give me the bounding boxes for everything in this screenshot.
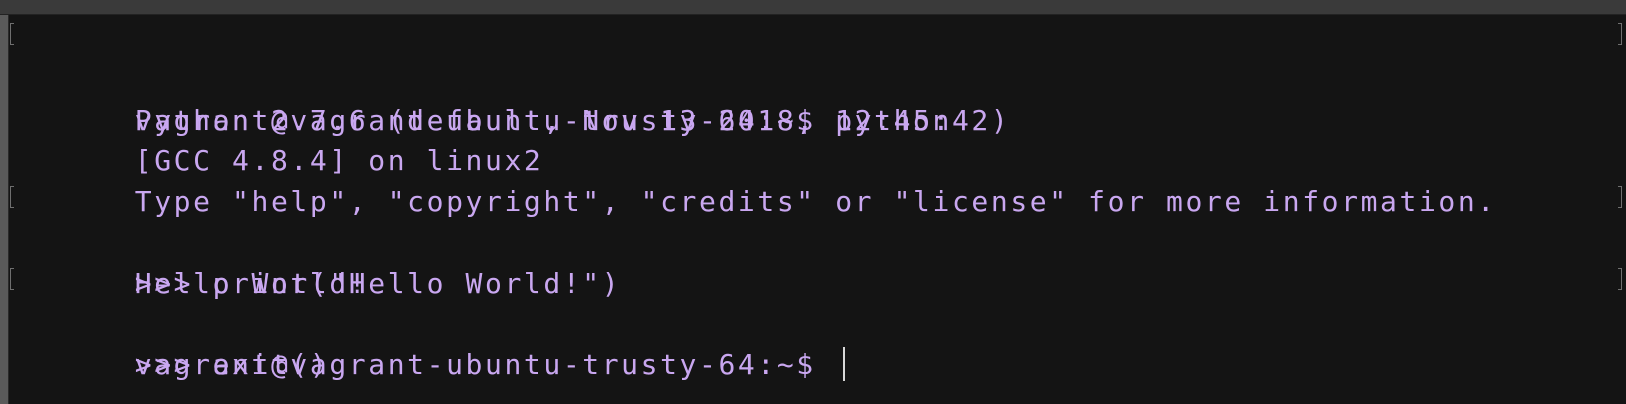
command-mark-left [10, 267, 14, 290]
terminal-line-help-info: Type "help", "copyright", "credits" or "… [10, 141, 1626, 218]
terminal-window: vagrant@vagrant-ubuntu-trusty-64:~$ pyth… [0, 0, 1626, 404]
terminal-line-current-prompt[interactable]: vagrant@vagrant-ubuntu-trusty-64:~$ [10, 305, 1626, 382]
terminal-prompt-text: vagrant@vagrant-ubuntu-trusty-64:~$ [134, 348, 836, 382]
command-mark-right [1618, 267, 1622, 290]
text-cursor [843, 347, 846, 382]
terminal-output[interactable]: vagrant@vagrant-ubuntu-trusty-64:~$ pyth… [10, 19, 1626, 404]
command-mark-left [10, 23, 14, 45]
terminal-line-exit-command: >>> exit() [10, 264, 1626, 381]
window-top-bar [0, 0, 1626, 15]
terminal-line-prompt-python: vagrant@vagrant-ubuntu-trusty-64:~$ pyth… [10, 19, 1626, 137]
terminal-line-python-version: Python 2.7.6 (default, Nov 13 2018, 12:4… [10, 60, 1626, 137]
window-left-edge [0, 15, 9, 404]
command-mark-right [1618, 23, 1622, 45]
terminal-line-hello-output: Hello World! [10, 223, 1626, 300]
terminal-line-print-command: >>> print("Hello World!") [10, 182, 1626, 300]
command-mark-left [10, 186, 14, 209]
terminal-line-gcc-version: [GCC 4.8.4] on linux2 [10, 101, 1626, 177]
command-mark-right [1618, 186, 1622, 209]
